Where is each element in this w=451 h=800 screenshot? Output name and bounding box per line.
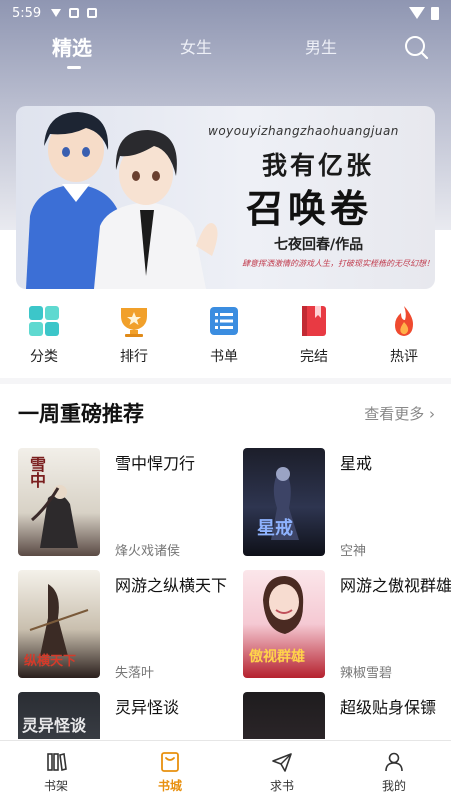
quick-nav: 分类 排行 书单 完结 热评 [0,300,451,376]
book-title: 雪中悍刀行 [115,454,196,473]
paper-plane-icon [272,753,292,772]
cover-title: 灵异怪谈 [22,716,87,735]
completed-book-icon [302,306,326,336]
book-grid: 雪中 雪中悍刀行 烽火戏诸侯 星戒 星戒 空神 纵横天下 网游之纵横天下 失落叶 [0,444,451,739]
book-cover [243,692,325,739]
cover-title: 傲视群雄 [249,649,305,665]
book-card[interactable]: 超级贴身保镖 [243,692,451,739]
tab-indicator [67,66,81,69]
status-time: 5:59 [12,5,42,21]
quick-nav-booklist[interactable]: 书单 [189,300,259,366]
book-author: 辣椒雪碧 [340,666,393,681]
book-cover: 星戒 [243,448,325,556]
download-icon [51,9,62,17]
book-cover: 傲视群雄 [243,570,325,678]
book-title: 星戒 [340,454,373,473]
trophy-icon [121,308,147,337]
section-header: 一周重磅推荐 查看更多 › [0,388,451,438]
bookstore-icon [161,752,179,772]
bottom-nav-bookshelf[interactable]: 书架 [16,741,96,800]
book-title: 网游之纵横天下 [115,576,228,595]
quick-nav-completed[interactable]: 完结 [279,300,349,366]
system-icons [409,6,439,20]
bottom-nav-bookstore[interactable]: 书城 [130,741,210,800]
section-title: 一周重磅推荐 [18,402,144,426]
cover-title: 星戒 [257,518,293,539]
top-tab-bar: 精选 女生 男生 [0,26,451,74]
view-more-link[interactable]: 查看更多 › [364,403,435,424]
cover-title: 雪中 [27,456,46,488]
booklist-icon [210,307,238,335]
book-card[interactable]: 星戒 星戒 空神 [243,448,451,560]
bottom-nav-label: 我的 [381,779,406,793]
profile-icon [385,752,403,772]
book-author: 烽火戏诸侯 [115,544,181,559]
bottom-nav-profile[interactable]: 我的 [354,741,434,800]
banner-tagline: 肆意挥洒激情的游戏人生，打破现实桎梏的无尽幻想！ [242,259,434,268]
status-icons [51,8,98,18]
tab-featured[interactable]: 精选 [52,32,92,61]
book-author: 空神 [340,544,367,559]
wifi-icon [409,7,425,19]
bottom-nav: 书架 书城 求书 我的 [0,740,451,800]
flame-icon [395,306,413,336]
cover-title: 纵横天下 [24,654,77,669]
book-card[interactable]: 纵横天下 网游之纵横天下 失落叶 [18,570,238,682]
promo-banner[interactable]: woyouyizhangzhaohuangjuan 我有亿张 召唤卷 七夜回春/… [16,106,435,289]
book-cover: 雪中 [18,448,100,556]
app-notification-icon [87,8,98,18]
tab-female[interactable]: 女生 [180,34,212,58]
book-title: 超级贴身保镖 [340,698,437,717]
bottom-nav-label: 书城 [157,779,182,793]
book-cover: 纵横天下 [18,570,100,678]
status-bar: 5:59 [0,0,451,26]
bottom-nav-label: 书架 [43,779,68,793]
book-author: 失落叶 [115,666,155,681]
quick-nav-category[interactable]: 分类 [9,300,79,366]
quick-nav-label: 热评 [390,349,418,365]
quick-nav-label: 排行 [120,349,148,365]
notification-icon [69,8,80,18]
book-card[interactable]: 雪中 雪中悍刀行 烽火戏诸侯 [18,448,238,560]
book-card[interactable]: 傲视群雄 网游之傲视群雄 辣椒雪碧 [243,570,451,682]
category-icon [29,306,59,336]
bottom-nav-request-book[interactable]: 求书 [242,741,322,800]
tab-male[interactable]: 男生 [305,34,337,58]
search-icon[interactable] [403,34,429,60]
banner-title-line1: 我有亿张 [262,151,375,180]
book-title: 网游之傲视群雄 [340,576,451,595]
battery-icon [431,6,439,20]
book-card[interactable]: 灵异怪谈 灵异怪谈 [18,692,238,739]
quick-nav-label: 分类 [30,349,58,365]
bookshelf-icon [47,753,67,771]
section-divider [0,378,451,384]
banner-title-line2: 召唤卷 [246,186,373,231]
quick-nav-label: 完结 [300,349,328,365]
banner-author: 七夜回春/作品 [274,237,364,253]
banner-pinyin: woyouyizhangzhaohuangjuan [208,124,399,138]
bottom-nav-label: 求书 [269,779,294,793]
quick-nav-ranking[interactable]: 排行 [99,300,169,366]
book-title: 灵异怪谈 [115,698,180,717]
quick-nav-hot-reviews[interactable]: 热评 [369,300,439,366]
book-cover: 灵异怪谈 [18,692,100,739]
quick-nav-label: 书单 [210,349,238,365]
